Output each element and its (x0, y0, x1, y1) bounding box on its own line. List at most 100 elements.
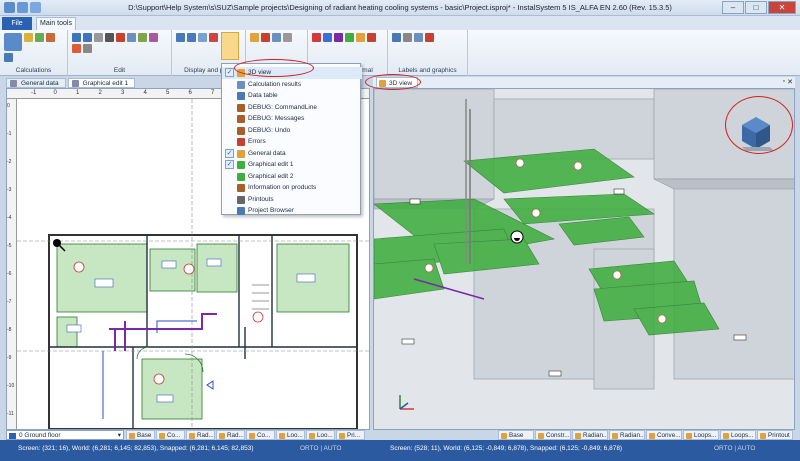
minimize-button[interactable]: – (722, 1, 744, 14)
menu-item[interactable]: ✓ General data (222, 148, 362, 160)
delete-icon[interactable] (116, 33, 125, 42)
layer-icon (612, 433, 618, 439)
chevron-down-icon[interactable]: ▾ (118, 431, 121, 440)
layer-tab-label: Constr... (546, 432, 570, 439)
grid-icon[interactable] (272, 33, 281, 42)
zoom-out-icon[interactable] (187, 33, 196, 42)
checkmark-icon: ✓ (225, 148, 234, 158)
menu-item[interactable]: ✓ Graphical edit 1 (222, 159, 362, 171)
layer-tab-label: Rad... (197, 432, 214, 439)
label-icon[interactable] (392, 33, 401, 42)
redo-icon[interactable] (83, 33, 92, 42)
layer-tab-label: Co... (167, 432, 181, 439)
floor-heating-icon[interactable] (345, 33, 354, 42)
layer-tab[interactable]: Rad... (186, 430, 215, 440)
tab-label: General data (21, 80, 59, 87)
flow-icon[interactable] (24, 33, 33, 42)
mirror-icon[interactable] (72, 44, 81, 53)
left-mode-toggles[interactable]: ORTO | AUTO (300, 445, 341, 452)
color-icon[interactable] (261, 33, 270, 42)
layer-tab[interactable]: Conve... (646, 430, 682, 440)
tab-label: Graphical edit 1 (82, 80, 129, 87)
menu-item[interactable]: Data table (222, 90, 362, 102)
drop-icon[interactable] (4, 53, 13, 62)
highlight-3d-view-tab (365, 74, 421, 90)
layer-tab[interactable]: Loops... (683, 430, 719, 440)
tab-graphical-edit-1[interactable]: Graphical edit 1 (67, 78, 136, 88)
line-icon[interactable] (425, 33, 434, 42)
menu-item[interactable]: Information on products (222, 182, 362, 194)
menu-item[interactable]: Printouts (222, 194, 362, 206)
tab-file[interactable]: File (2, 17, 32, 30)
hatch-icon[interactable] (283, 33, 292, 42)
debug-icon (237, 126, 245, 135)
calculate-icon[interactable] (4, 33, 22, 51)
document-icon (10, 80, 17, 87)
menu-item-label: Data table (248, 92, 278, 99)
layer-tab[interactable]: Pri... (336, 430, 365, 440)
menu-item-label: Printouts (248, 195, 274, 203)
layer-tab[interactable]: Radian... (572, 430, 608, 440)
array-icon[interactable] (83, 44, 92, 53)
layer-tab[interactable]: Base (126, 430, 155, 440)
group-label: Calculations (15, 67, 52, 74)
heat-icon[interactable] (46, 33, 55, 42)
menu-item[interactable]: DEBUG: Undo (222, 125, 362, 137)
close-icon[interactable]: ✕ (787, 78, 793, 86)
tab-general-data[interactable]: General data (6, 78, 66, 88)
ribbon: Calculations Edit Display and prog Label… (0, 30, 800, 76)
close-button[interactable]: ✕ (768, 1, 796, 14)
rotate-icon[interactable] (149, 33, 158, 42)
debug-icon (237, 115, 245, 123)
layer-tab[interactable]: Radian... (609, 430, 645, 440)
menu-item[interactable]: Errors (222, 136, 362, 148)
layer-tab[interactable]: Loo... (306, 430, 335, 440)
menu-item[interactable]: DEBUG: CommandLine (222, 102, 362, 114)
layer-tab[interactable]: Constr... (535, 430, 571, 440)
layer-tab[interactable]: Rad... (216, 430, 245, 440)
pin-icon[interactable]: ▫ (783, 78, 785, 85)
pan-icon[interactable] (198, 33, 207, 42)
menu-item[interactable]: Graphical edit 2 (222, 171, 362, 183)
menu-item[interactable]: Project Browser (222, 205, 362, 217)
menu-item[interactable]: Calculation results (222, 79, 362, 91)
product-info-icon (237, 184, 245, 192)
dimension-icon[interactable] (403, 33, 412, 42)
windows-dropdown-button[interactable] (221, 32, 239, 60)
browser-icon (237, 207, 245, 215)
zoom-window-icon[interactable] (209, 33, 218, 42)
move-icon[interactable] (138, 33, 147, 42)
left-document-tabs: General data Graphical edit 1 (6, 78, 136, 88)
zoom-in-icon[interactable] (176, 33, 185, 42)
menu-item-label: Project Browser (248, 207, 294, 214)
right-mode-toggles[interactable]: ORTO | AUTO (714, 445, 755, 452)
tab-main-tools[interactable]: Main tools (36, 17, 76, 30)
gear-icon[interactable] (35, 33, 44, 42)
layer-tab[interactable]: Co... (156, 430, 185, 440)
cut-icon[interactable] (105, 33, 114, 42)
layer-tab-label: Loops... (694, 432, 717, 439)
floor-selector[interactable]: 0 Ground floor ▾ (6, 430, 124, 440)
layer-tab[interactable]: Printout (757, 430, 793, 440)
manifold-icon[interactable] (334, 33, 343, 42)
layer-tab[interactable]: Loo... (276, 430, 305, 440)
printer-icon (237, 195, 245, 204)
paste-icon[interactable] (127, 33, 136, 42)
copy-icon[interactable] (94, 33, 103, 42)
layer-tab[interactable]: Loops... (720, 430, 756, 440)
valve-icon[interactable] (367, 33, 376, 42)
layer-icon[interactable] (250, 33, 259, 42)
title-bar: D:\Support\Help System\s\SUZ\Sample proj… (0, 0, 800, 16)
text-icon[interactable] (414, 33, 423, 42)
menu-item[interactable]: DEBUG: Messages (222, 113, 362, 125)
floor-icon (9, 433, 16, 439)
status-bar: Screen: (321; 16), World: (6,281; 6,145;… (0, 440, 800, 461)
table-icon (237, 92, 245, 100)
layer-tab[interactable]: Co... (246, 430, 275, 440)
pipe-supply-icon[interactable] (312, 33, 321, 42)
undo-icon[interactable] (72, 33, 81, 42)
pipe-return-icon[interactable] (323, 33, 332, 42)
layer-tab[interactable]: Base (498, 430, 534, 440)
maximize-button[interactable]: □ (745, 1, 767, 14)
radiator-icon[interactable] (356, 33, 365, 42)
